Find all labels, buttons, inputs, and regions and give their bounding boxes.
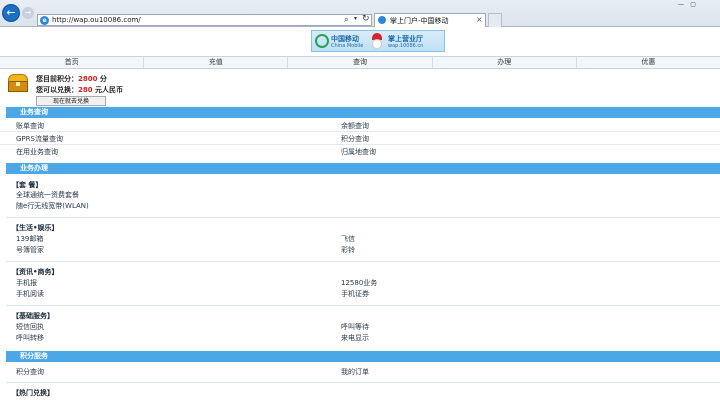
- list-item: 号簿管家 彩铃: [0, 245, 720, 256]
- link-139-mail[interactable]: 139邮箱: [16, 234, 43, 245]
- link-caller-id[interactable]: 来电显示: [341, 333, 369, 344]
- forward-arrow-icon[interactable]: →: [22, 7, 34, 19]
- back-arrow-icon[interactable]: ←: [2, 4, 20, 22]
- tab-favicon-icon: [378, 16, 386, 24]
- brand-name-en: China Mobile: [331, 43, 364, 49]
- maximize-icon[interactable]: ▢: [690, 1, 696, 8]
- list-item: 139邮箱 飞信: [0, 234, 720, 245]
- list-item: 积分查询 我的订单: [0, 367, 720, 378]
- link-gprs-query[interactable]: GPRS流量查询: [16, 134, 63, 145]
- group-title-news: 【资讯•商务】: [12, 268, 59, 276]
- redeem-now-button[interactable]: 现在就去兑换: [36, 96, 107, 106]
- current-points: 您目前积分：2800 分: [36, 75, 107, 83]
- section-business-query: 业务查询: [6, 107, 720, 118]
- divider: [6, 382, 720, 383]
- browser-toolbar: ← → e http://wap.ou10086.com/ ⌕ ▾ ↻ 掌上门户…: [0, 0, 720, 27]
- link-points-query[interactable]: 积分查询: [341, 134, 369, 145]
- link-sms-receipt[interactable]: 短信回执: [16, 322, 44, 333]
- group-title-hot: 【热门兑换】: [12, 389, 54, 397]
- nav-home[interactable]: 首页: [0, 57, 145, 68]
- list-item: 手机阅读 手机证券: [0, 289, 720, 300]
- browser-tab[interactable]: 掌上门户-中国移动 ×: [374, 13, 486, 27]
- redeemable-amount: 您可以兑换：280 元人民币: [36, 86, 124, 94]
- list-item: 短信回执 呼叫等待: [0, 322, 720, 333]
- list-item: 手机报 12580业务: [0, 278, 720, 289]
- list-item: 账单查询 余额查询: [0, 121, 720, 132]
- new-tab-button[interactable]: [488, 13, 502, 27]
- link-12580[interactable]: 12580业务: [341, 278, 377, 289]
- address-url[interactable]: http://wap.ou10086.com/: [52, 16, 141, 24]
- link-location-query[interactable]: 归属地查询: [341, 147, 376, 158]
- ie-favicon-icon: e: [40, 16, 49, 25]
- link-mobile-news[interactable]: 手机报: [16, 278, 37, 289]
- link-call-waiting[interactable]: 呼叫等待: [341, 322, 369, 333]
- nav-query[interactable]: 查询: [288, 57, 433, 68]
- tab-title: 掌上门户-中国移动: [390, 17, 449, 25]
- link-mobile-reading[interactable]: 手机阅读: [16, 289, 44, 300]
- main-nav: 首页 充值 查询 办理 优惠: [0, 56, 720, 69]
- list-item: GPRS流量查询 积分查询: [0, 134, 720, 145]
- list-item: 全球通统一资费套餐: [0, 190, 720, 201]
- group-title-basic: 【基础服务】: [12, 312, 54, 320]
- section-business-handling: 业务办理: [6, 163, 720, 174]
- treasure-chest-icon: [7, 74, 29, 92]
- list-item: 随e行无线宽带(WLAN): [0, 201, 720, 212]
- group-title-plans: 【套 餐】: [12, 181, 43, 189]
- nav-handle[interactable]: 办理: [433, 57, 577, 68]
- address-bar[interactable]: e http://wap.ou10086.com/ ⌕ ▾ ↻: [37, 14, 372, 26]
- link-my-orders[interactable]: 我的订单: [341, 367, 369, 378]
- refresh-icon[interactable]: ↻: [362, 14, 370, 24]
- minimize-icon[interactable]: —: [678, 1, 684, 8]
- link-points-query-2[interactable]: 积分查询: [16, 367, 44, 378]
- chevron-down-icon[interactable]: ▾: [354, 15, 357, 22]
- list-item: 呼叫转移 来电显示: [0, 333, 720, 344]
- link-bill-query[interactable]: 账单查询: [16, 121, 44, 132]
- window-controls: — ▢: [674, 0, 718, 8]
- hall-url: wap.10086.cn: [388, 43, 424, 49]
- divider: [6, 305, 720, 306]
- link-balance-query[interactable]: 余额查询: [341, 121, 369, 132]
- link-ringback[interactable]: 彩铃: [341, 245, 355, 256]
- section-points-service: 积分服务: [6, 351, 720, 362]
- group-title-life: 【生活•娱乐】: [12, 224, 59, 232]
- nav-offers[interactable]: 优惠: [577, 57, 720, 68]
- points-summary: 您目前积分：2800 分 您可以兑换：280 元人民币 现在就去兑换: [0, 72, 720, 106]
- link-mobile-stocks[interactable]: 手机证券: [341, 289, 369, 300]
- link-global-plan[interactable]: 全球通统一资费套餐: [16, 190, 79, 201]
- header-banner[interactable]: 中国移动 China Mobile 掌上营业厅 wap.10086.cn: [311, 30, 445, 52]
- close-icon[interactable]: ×: [476, 15, 483, 24]
- link-contacts-manager[interactable]: 号簿管家: [16, 245, 44, 256]
- china-mobile-logo-icon: [315, 34, 329, 48]
- link-call-forwarding[interactable]: 呼叫转移: [16, 333, 44, 344]
- divider: [6, 261, 720, 262]
- list-item: 在用业务查询 归属地查询: [0, 147, 720, 158]
- link-fetion[interactable]: 飞信: [341, 234, 355, 245]
- divider: [6, 217, 720, 218]
- link-wlan[interactable]: 随e行无线宽带(WLAN): [16, 201, 89, 212]
- search-icon[interactable]: ⌕: [344, 15, 348, 25]
- link-active-services[interactable]: 在用业务查询: [16, 147, 58, 158]
- santa-icon: [370, 33, 384, 50]
- nav-recharge[interactable]: 充值: [144, 57, 289, 68]
